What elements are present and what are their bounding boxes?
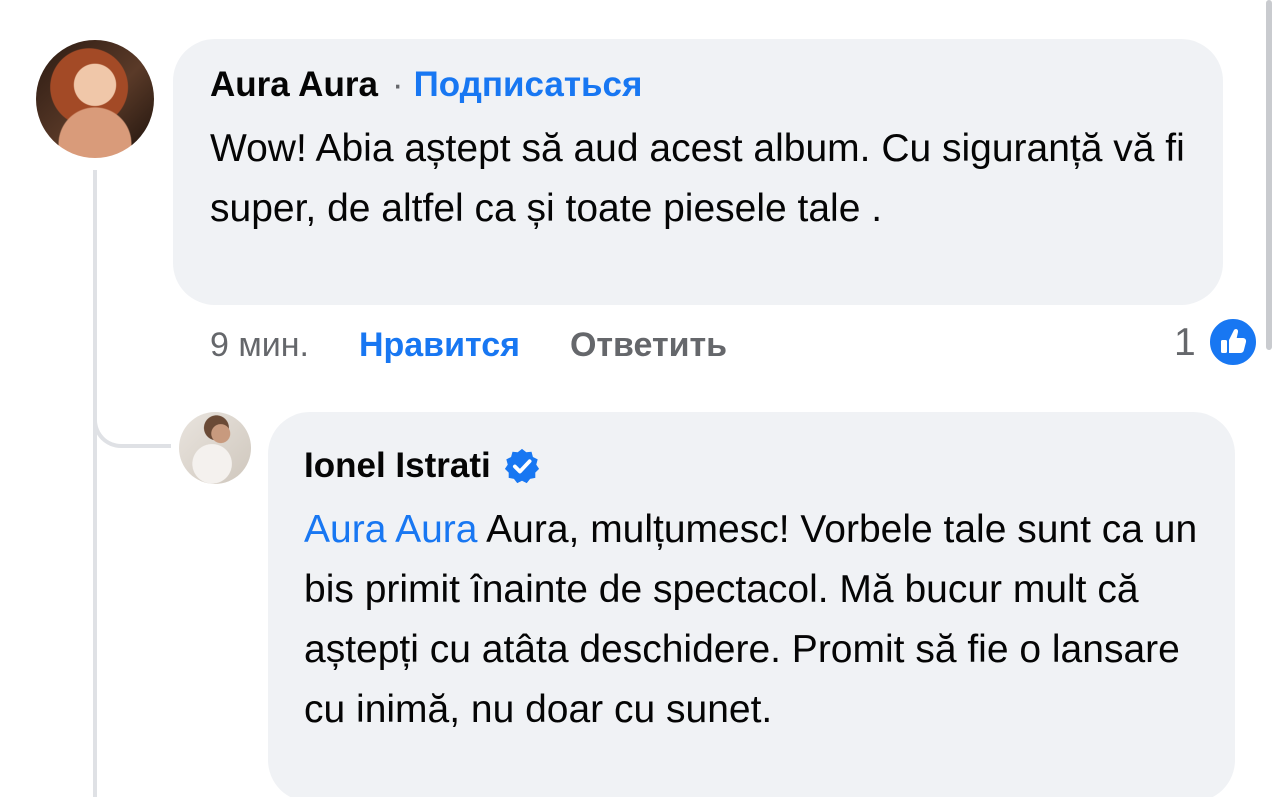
follow-button[interactable]: Подписаться (414, 65, 643, 105)
reply-text: Aura Aura Aura, mulțumesc! Vorbele tale … (304, 500, 1205, 740)
reply-avatar[interactable] (179, 412, 251, 484)
like-button[interactable]: Нравится (359, 322, 520, 368)
scrollbar[interactable] (1266, 0, 1272, 350)
reply-bubble: Ionel Istrati Aura Aura Aura, mulțumesc!… (268, 412, 1235, 797)
thread-connector (93, 380, 171, 448)
comment-actions: 9 мин. Нравится Ответить (210, 322, 727, 368)
mention-link[interactable]: Aura Aura (304, 508, 477, 551)
reply-header: Ionel Istrati (304, 446, 1205, 486)
like-icon[interactable] (1208, 317, 1258, 367)
reply-author[interactable]: Ionel Istrati (304, 446, 491, 486)
comment-author[interactable]: Aura Aura (210, 65, 378, 105)
comment-bubble: Aura Aura · Подписаться Wow! Abia aștept… (173, 39, 1223, 305)
avatar[interactable] (36, 40, 154, 158)
thread-line (93, 170, 97, 797)
verified-badge-icon (504, 448, 539, 484)
comment-header: Aura Aura · Подписаться (210, 65, 1187, 105)
comments-page: Aura Aura · Подписаться Wow! Abia aștept… (0, 0, 1280, 797)
separator-dot: · (391, 65, 404, 104)
comment-timestamp[interactable]: 9 мин. (210, 322, 309, 368)
reply-button[interactable]: Ответить (570, 322, 727, 368)
comment-text: Wow! Abia aștept să aud acest album. Cu … (210, 127, 1185, 230)
reaction-count[interactable]: 1 (1174, 320, 1196, 366)
